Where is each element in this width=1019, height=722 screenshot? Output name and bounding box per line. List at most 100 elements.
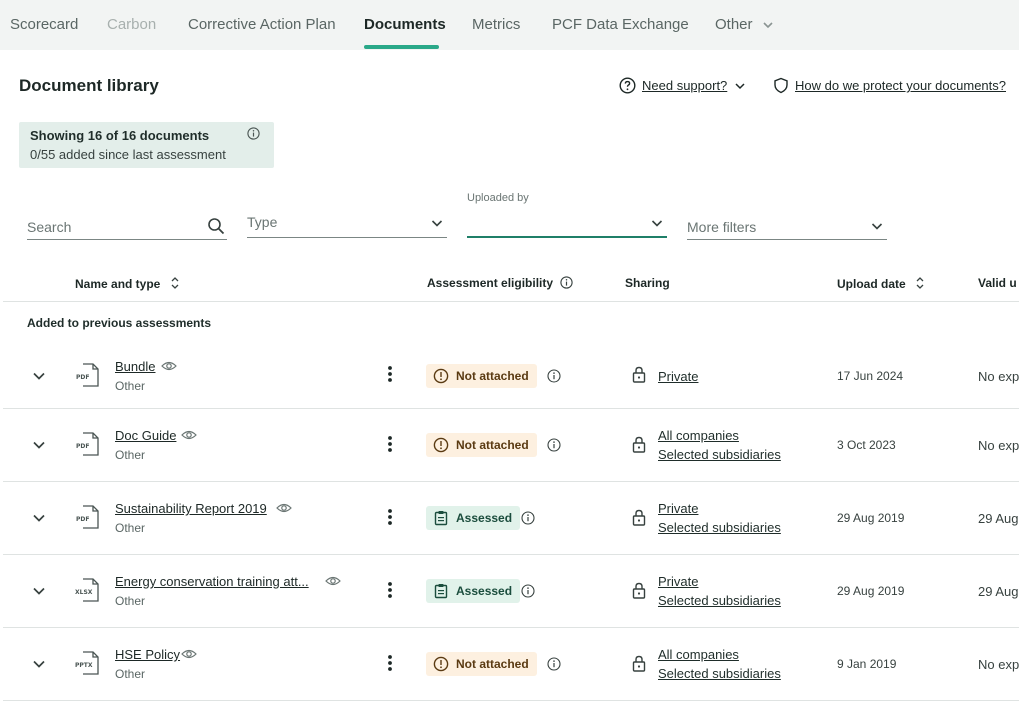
pdf-file-icon: PDF: [75, 363, 99, 387]
pdf-file-icon: PDF: [75, 432, 99, 456]
showing-count: Showing 16 of 16 documents: [30, 128, 210, 143]
more-options-icon[interactable]: [387, 435, 393, 453]
need-support-link[interactable]: Need support?: [642, 78, 727, 93]
file-type-label: PDF: [76, 443, 89, 450]
chevron-down-icon: [763, 22, 773, 29]
upload-date: 29 Aug 2019: [837, 584, 905, 598]
clipboard-icon: [434, 511, 448, 526]
sharing-link[interactable]: Private: [658, 369, 698, 384]
column-header-valid-until: Valid u: [978, 276, 1017, 290]
column-header-eligibility-label: Assessment eligibility: [427, 276, 554, 290]
lock-icon: [632, 366, 646, 383]
sharing-link[interactable]: Selected subsidiaries: [658, 666, 781, 681]
status-badge: Not attached: [426, 364, 537, 388]
tab-metrics[interactable]: Metrics: [472, 16, 520, 33]
status-badge: Not attached: [426, 433, 537, 457]
tab-scorecard[interactable]: Scorecard: [10, 16, 78, 33]
chevron-down-icon: [431, 220, 443, 227]
tab-documents[interactable]: Documents: [364, 16, 446, 33]
sharing-link[interactable]: Selected subsidiaries: [658, 520, 781, 535]
divider: [3, 301, 1019, 302]
uploaded-by-select[interactable]: [467, 208, 667, 238]
table-row: PDF Doc Guide Other Not attached All com…: [3, 409, 1019, 481]
info-icon[interactable]: [560, 276, 574, 289]
info-icon[interactable]: [547, 369, 561, 383]
more-options-icon[interactable]: [387, 508, 393, 526]
info-icon[interactable]: [547, 657, 561, 671]
more-options-icon[interactable]: [387, 581, 393, 599]
eye-icon[interactable]: [161, 360, 177, 372]
chevron-down-icon[interactable]: [31, 368, 47, 384]
more-options-icon[interactable]: [387, 365, 393, 383]
chevron-down-icon[interactable]: [31, 656, 47, 672]
valid-until: 29 Aug: [978, 584, 1019, 599]
status-badge: Assessed: [426, 506, 521, 530]
chevron-down-icon: [871, 223, 883, 230]
uploaded-by-label: Uploaded by: [467, 192, 529, 204]
search-input[interactable]: Search: [27, 212, 227, 240]
lock-icon: [632, 655, 646, 672]
info-icon[interactable]: [521, 584, 535, 598]
type-select[interactable]: Type: [247, 208, 447, 238]
more-filters-label: More filters: [687, 219, 757, 235]
column-header-name-label: Name and type: [75, 277, 161, 291]
info-icon[interactable]: [521, 511, 535, 525]
chevron-down-icon[interactable]: [31, 437, 47, 453]
tab-other-label: Other: [715, 16, 753, 33]
pdf-file-icon: PDF: [75, 505, 99, 529]
sharing-link[interactable]: All companies: [658, 647, 739, 662]
column-header-upload-date[interactable]: Upload date: [837, 276, 925, 291]
column-header-upload-date-label: Upload date: [837, 277, 906, 291]
tab-other[interactable]: Other: [715, 16, 775, 33]
chevron-down-icon[interactable]: [31, 583, 47, 599]
chevron-down-icon[interactable]: [734, 80, 746, 92]
status-label: Not attached: [456, 438, 529, 452]
sharing-link[interactable]: Selected subsidiaries: [658, 593, 781, 608]
sharing-link[interactable]: Private: [658, 501, 698, 516]
upload-date: 17 Jun 2024: [837, 369, 904, 383]
search-placeholder: Search: [27, 219, 72, 235]
document-category: Other: [115, 521, 146, 535]
status-badge: Assessed: [426, 579, 521, 603]
sharing-link[interactable]: Private: [658, 574, 698, 589]
tab-corrective-action-plan[interactable]: Corrective Action Plan: [188, 16, 336, 33]
status-label: Assessed: [456, 584, 513, 598]
type-placeholder: Type: [247, 214, 278, 230]
info-icon[interactable]: [547, 438, 561, 452]
document-name-link[interactable]: HSE Policy: [115, 647, 180, 662]
pptx-file-icon: PPTX: [75, 651, 99, 675]
document-name-link[interactable]: Energy conservation training att...: [115, 574, 309, 589]
chevron-down-icon[interactable]: [31, 510, 47, 526]
info-icon[interactable]: [247, 127, 260, 140]
sharing-link[interactable]: Selected subsidiaries: [658, 447, 781, 462]
file-type-label: PPTX: [75, 662, 93, 669]
shield-icon: [774, 77, 788, 94]
file-type-label: XLSX: [75, 589, 93, 596]
tab-pcf-data-exchange[interactable]: PCF Data Exchange: [552, 16, 689, 33]
eye-icon[interactable]: [181, 429, 197, 441]
lock-icon: [632, 582, 646, 599]
page-title: Document library: [19, 76, 159, 95]
sort-icon: [171, 277, 179, 289]
document-name-link[interactable]: Bundle: [115, 359, 155, 374]
table-row: PDF Sustainability Report 2019 Other Ass…: [3, 482, 1019, 554]
status-label: Assessed: [456, 511, 513, 525]
eye-icon[interactable]: [276, 502, 292, 514]
more-options-icon[interactable]: [387, 654, 393, 672]
protect-documents-link[interactable]: How do we protect your documents?: [795, 78, 1006, 93]
search-icon: [208, 218, 225, 235]
more-filters-select[interactable]: More filters: [687, 212, 887, 240]
added-since-count: 0/55 added since last assessment: [30, 147, 226, 162]
sharing-link[interactable]: All companies: [658, 428, 739, 443]
status-label: Not attached: [456, 369, 529, 383]
alert-circle-icon: [433, 437, 449, 453]
column-header-name[interactable]: Name and type: [75, 276, 180, 291]
eye-icon[interactable]: [181, 648, 197, 660]
eye-icon[interactable]: [325, 575, 341, 587]
summary-box: Showing 16 of 16 documents 0/55 added si…: [19, 122, 274, 168]
valid-until: 29 Aug: [978, 511, 1019, 526]
lock-icon: [632, 509, 646, 526]
document-name-link[interactable]: Sustainability Report 2019: [115, 501, 267, 516]
document-name-link[interactable]: Doc Guide: [115, 428, 176, 443]
divider: [3, 700, 1019, 701]
